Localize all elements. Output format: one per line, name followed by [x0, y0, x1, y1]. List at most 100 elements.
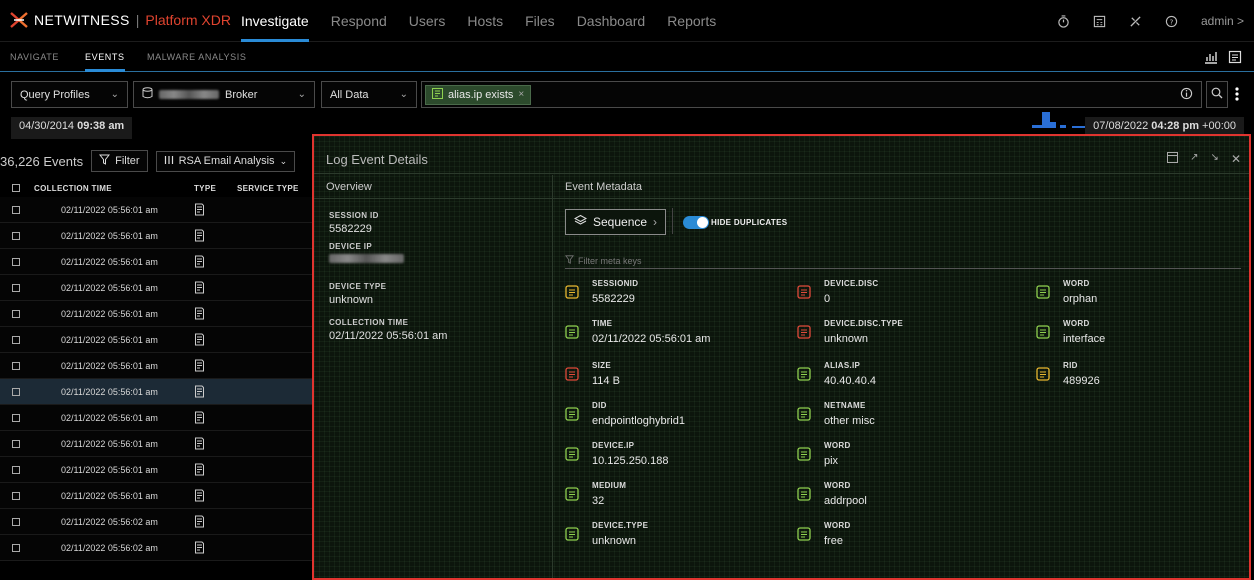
- meta-filter-input[interactable]: Filter meta keys: [564, 249, 1241, 269]
- tab-navigate[interactable]: NAVIGATE: [10, 42, 59, 72]
- metadata-item[interactable]: DEVICE.TYPE unknown: [565, 521, 765, 557]
- metadata-item[interactable]: DEVICE.DISC 0: [797, 279, 997, 315]
- table-row[interactable]: 02/11/2022 05:56:01 am: [0, 197, 312, 223]
- hide-duplicates-toggle[interactable]: [683, 216, 709, 229]
- more-options-icon[interactable]: [1233, 84, 1241, 104]
- overview-header-label: Overview: [326, 181, 372, 193]
- metadata-item[interactable]: DID endpointloghybrid1: [565, 401, 765, 437]
- column-profile-dropdown[interactable]: RSA Email Analysis ⌄: [155, 150, 296, 172]
- tab-malware-analysis[interactable]: MALWARE ANALYSIS: [147, 42, 246, 72]
- row-checkbox[interactable]: [12, 518, 20, 526]
- row-checkbox[interactable]: [12, 414, 20, 422]
- metadata-item[interactable]: SIZE 114 B: [565, 361, 765, 397]
- calculator-icon[interactable]: [1093, 14, 1107, 28]
- collapse-icon[interactable]: ↘: [1211, 152, 1219, 166]
- table-row[interactable]: 02/11/2022 05:56:02 am: [0, 535, 312, 561]
- nav-files[interactable]: Files: [525, 0, 555, 42]
- table-row[interactable]: 02/11/2022 05:56:01 am: [0, 327, 312, 353]
- table-row[interactable]: 02/11/2022 05:56:01 am: [0, 301, 312, 327]
- row-checkbox[interactable]: [12, 492, 20, 500]
- filter-button[interactable]: Filter: [91, 150, 148, 172]
- table-row[interactable]: 02/11/2022 05:56:01 am: [0, 353, 312, 379]
- table-row[interactable]: 02/11/2022 05:56:01 am: [0, 405, 312, 431]
- table-row[interactable]: 02/11/2022 05:56:02 am: [0, 509, 312, 535]
- metadata-item[interactable]: WORD orphan: [1036, 279, 1236, 315]
- row-checkbox[interactable]: [12, 206, 20, 214]
- chart-toggle-icon[interactable]: [1204, 50, 1218, 67]
- tools-icon[interactable]: [1129, 14, 1143, 28]
- sequence-label: Sequence: [593, 215, 648, 229]
- row-checkbox[interactable]: [12, 284, 20, 292]
- metadata-item[interactable]: NETNAME other misc: [797, 401, 997, 437]
- stopwatch-icon[interactable]: [1057, 14, 1071, 28]
- help-icon[interactable]: ?: [1165, 14, 1179, 28]
- row-checkbox[interactable]: [12, 362, 20, 370]
- nav-users[interactable]: Users: [409, 0, 446, 42]
- sub-nav: NAVIGATE EVENTS MALWARE ANALYSIS: [0, 42, 1254, 72]
- row-checkbox[interactable]: [12, 232, 20, 240]
- row-checkbox[interactable]: [12, 388, 20, 396]
- table-row[interactable]: 02/11/2022 05:56:01 am: [0, 275, 312, 301]
- panel-layout-icon[interactable]: [1167, 152, 1179, 166]
- data-scope-dropdown[interactable]: All Data ⌄: [321, 81, 417, 108]
- user-menu[interactable]: admin >: [1201, 14, 1244, 28]
- metadata-item[interactable]: WORD pix: [797, 441, 997, 477]
- time-range-start[interactable]: 04/30/2014 09:38 am: [11, 117, 133, 139]
- nav-respond[interactable]: Respond: [331, 0, 387, 42]
- metadata-key: SESSIONID: [592, 279, 639, 288]
- col-collection-time[interactable]: COLLECTION TIME: [34, 184, 112, 193]
- sequence-button[interactable]: Sequence ›: [565, 209, 667, 235]
- panel-layout-icon[interactable]: [1228, 50, 1242, 67]
- metadata-item[interactable]: SESSIONID 5582229: [565, 279, 765, 315]
- metadata-item[interactable]: DEVICE.IP 10.125.250.188: [565, 441, 765, 477]
- close-icon[interactable]: ✕: [1231, 152, 1241, 166]
- info-icon[interactable]: [1180, 87, 1193, 103]
- database-icon: [565, 527, 579, 541]
- table-row[interactable]: 02/11/2022 05:56:01 am: [0, 457, 312, 483]
- log-type-icon: [194, 203, 205, 219]
- events-toolbar: 36,226 Events Filter RSA Email Analysis …: [0, 146, 312, 176]
- row-checkbox[interactable]: [12, 466, 20, 474]
- metadata-value: 02/11/2022 05:56:01 am: [592, 333, 711, 345]
- row-checkbox[interactable]: [12, 544, 20, 552]
- metadata-item[interactable]: WORD free: [797, 521, 997, 557]
- metadata-item[interactable]: RID 489926: [1036, 361, 1236, 397]
- nav-dashboard[interactable]: Dashboard: [577, 0, 646, 42]
- metadata-item[interactable]: TIME 02/11/2022 05:56:01 am: [565, 319, 765, 355]
- table-row[interactable]: 02/11/2022 05:56:01 am: [0, 223, 312, 249]
- nav-hosts[interactable]: Hosts: [467, 0, 503, 42]
- row-checkbox[interactable]: [12, 258, 20, 266]
- table-row[interactable]: 02/11/2022 05:56:01 am: [0, 249, 312, 275]
- search-button[interactable]: [1206, 81, 1228, 108]
- select-all-checkbox[interactable]: [12, 184, 20, 192]
- chevron-down-icon: ⌄: [297, 89, 306, 100]
- nav-reports[interactable]: Reports: [667, 0, 716, 42]
- tab-events[interactable]: EVENTS: [85, 42, 125, 72]
- row-checkbox[interactable]: [12, 440, 20, 448]
- overview-device-type: DEVICE TYPE unknown: [329, 282, 386, 306]
- stopwatch-icon: [565, 285, 579, 299]
- metadata-key: WORD: [824, 481, 851, 490]
- logo[interactable]: NETWITNESS | Platform XDR: [10, 11, 231, 29]
- metadata-item[interactable]: ALIAS.IP 40.40.40.4: [797, 361, 997, 397]
- row-collection-time: 02/11/2022 05:56:01 am: [61, 231, 158, 241]
- query-profiles-dropdown[interactable]: Query Profiles ⌄: [11, 81, 128, 108]
- table-row[interactable]: 02/11/2022 05:56:01 am: [0, 431, 312, 457]
- filter-pill[interactable]: alias.ip exists ×: [425, 84, 532, 105]
- col-type[interactable]: TYPE: [194, 184, 216, 193]
- metadata-item[interactable]: MEDIUM 32: [565, 481, 765, 517]
- alias-ip-icon: [797, 367, 811, 381]
- metadata-item[interactable]: WORD addrpool: [797, 481, 997, 517]
- close-icon[interactable]: ×: [518, 89, 524, 100]
- query-input[interactable]: alias.ip exists ×: [421, 81, 1202, 108]
- expand-icon[interactable]: ↗: [1190, 152, 1198, 166]
- col-service-type[interactable]: SERVICE TYPE: [237, 184, 299, 193]
- metadata-item[interactable]: DEVICE.DISC.TYPE unknown: [797, 319, 997, 355]
- row-checkbox[interactable]: [12, 336, 20, 344]
- table-row[interactable]: 02/11/2022 05:56:01 am: [0, 379, 312, 405]
- row-checkbox[interactable]: [12, 310, 20, 318]
- metadata-item[interactable]: WORD interface: [1036, 319, 1236, 355]
- table-row[interactable]: 02/11/2022 05:56:01 am: [0, 483, 312, 509]
- nav-investigate[interactable]: Investigate: [241, 0, 309, 42]
- service-dropdown[interactable]: Broker ⌄: [133, 81, 315, 108]
